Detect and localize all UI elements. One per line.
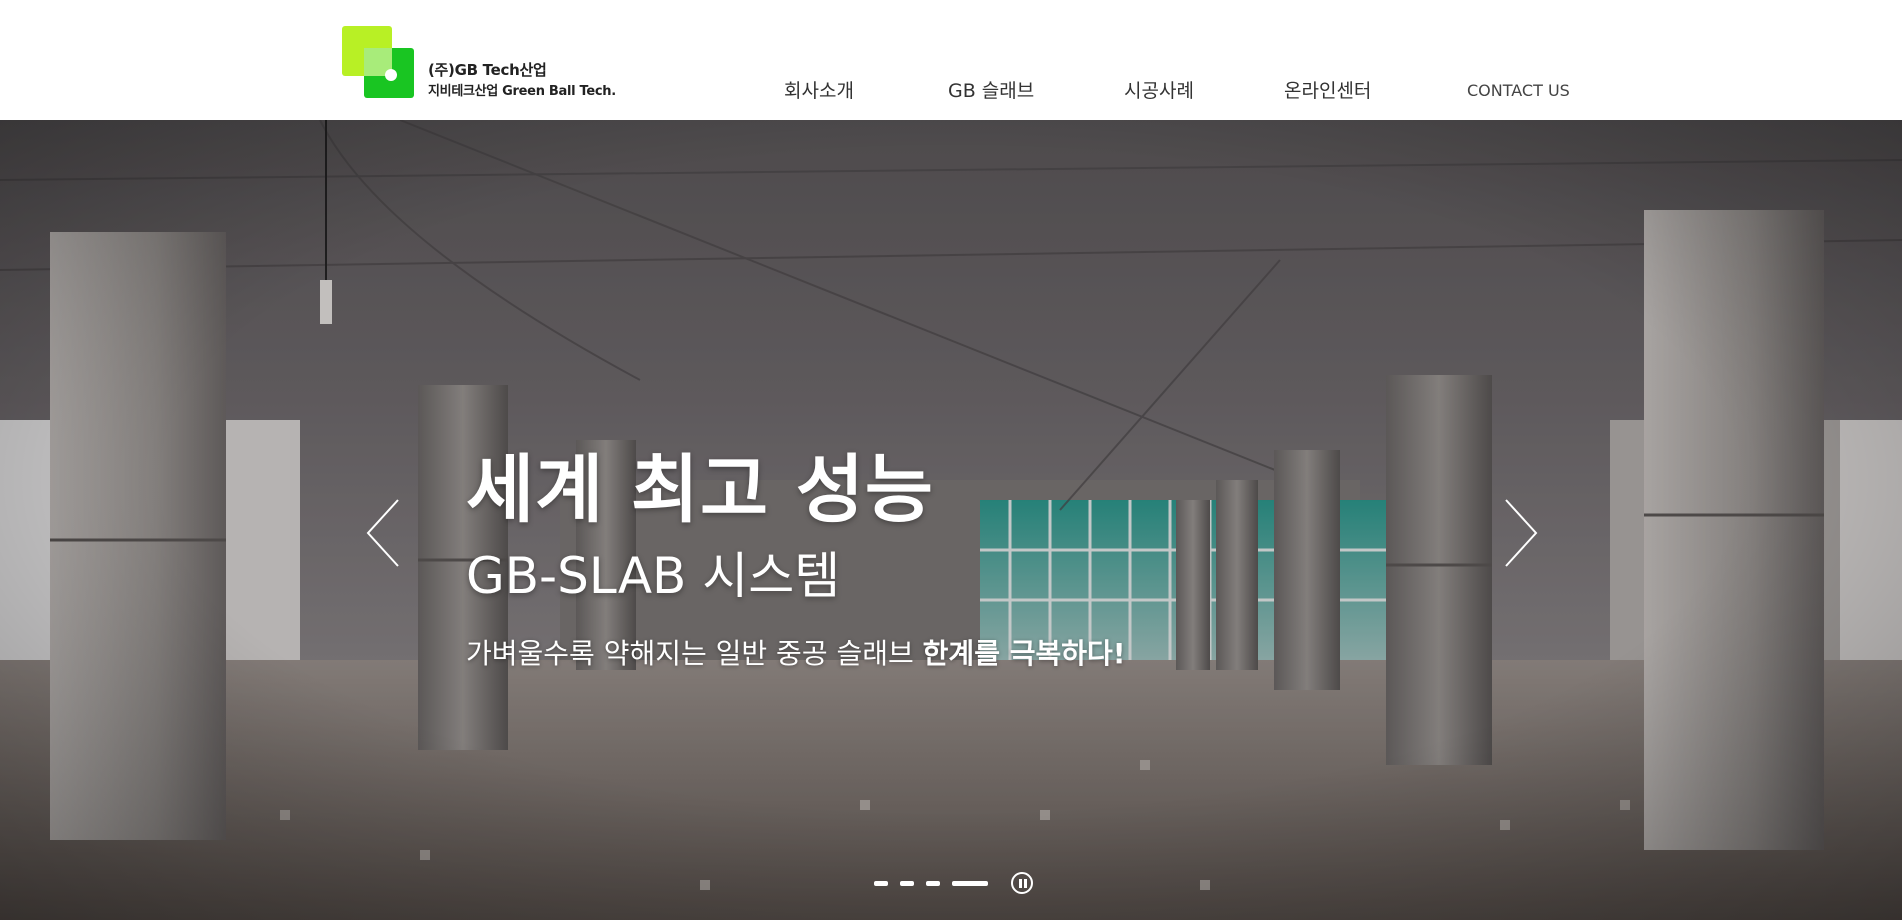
slider-pagination [874,868,1044,898]
hero-background-image [0,120,1902,920]
nav-item-online-center[interactable]: 온라인센터 [1284,76,1371,106]
logo-mark-icon [340,24,416,100]
slide-indicator-4-active[interactable] [952,881,988,886]
logo[interactable]: (주)GB Tech산업 지비테크산업 Green Ball Tech. [340,24,640,104]
slide-indicator-2[interactable] [900,881,914,886]
hero-description-text: 가벼울수록 약해지는 일반 중공 슬래브 [466,637,923,670]
hero-description: 가벼울수록 약해지는 일반 중공 슬래브 한계를 극복하다! [466,632,1126,672]
nav-item-contact-us[interactable]: CONTACT US [1467,76,1570,106]
nav-item-gb-slab[interactable]: GB 슬래브 [948,76,1034,106]
site-header: (주)GB Tech산업 지비테크산업 Green Ball Tech. 회사소… [0,0,1902,120]
hero-slider: 세계 최고 성능 GB-SLAB 시스템 가벼울수록 약해지는 일반 중공 슬래… [0,120,1902,920]
pause-icon [1019,879,1022,888]
chevron-left-icon [366,499,399,567]
nav-item-cases[interactable]: 시공사례 [1124,76,1194,106]
hero-description-highlight: 한계를 극복하다! [922,637,1126,670]
chevron-right-icon [1505,499,1538,567]
slider-prev-button[interactable] [364,498,404,568]
nav-item-company[interactable]: 회사소개 [784,76,854,106]
slide-indicator-1[interactable] [874,881,888,886]
slide-indicator-3[interactable] [926,881,940,886]
logo-company-name: (주)GB Tech산업 [428,61,547,79]
hero-title: 세계 최고 성능 [466,447,935,533]
slider-next-button[interactable] [1500,498,1540,568]
pause-button[interactable] [1011,872,1033,894]
hero-subtitle: GB-SLAB 시스템 [466,547,841,605]
logo-company-subname: 지비테크산업 Green Ball Tech. [428,84,616,99]
